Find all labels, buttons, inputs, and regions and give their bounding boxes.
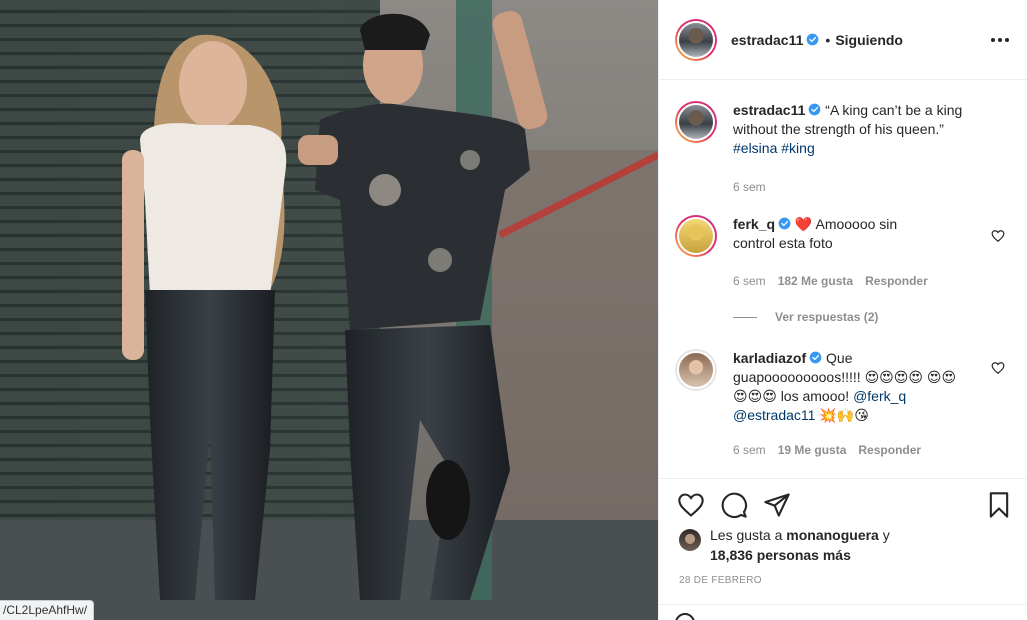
comment-meta: 6 sem 19 Me gusta Responder [733,443,921,457]
reply-button[interactable]: Responder [858,443,921,457]
bookmark-icon[interactable] [985,491,1013,519]
likes-summary: Les gusta a monanoguera y 18,836 persona… [679,525,1011,565]
mention-estradac11[interactable]: @estradac11 [733,407,815,423]
liker-avatar[interactable] [679,529,701,551]
hashtag-elsina[interactable]: #elsina [733,140,777,156]
mention-ferk-q[interactable]: @ferk_q [853,388,906,404]
post-image [0,0,658,620]
likes-prefix: Les gusta a [710,527,783,543]
comment-meta: 6 sem 182 Me gusta Responder [733,274,928,288]
heart-icon[interactable] [677,491,705,519]
comment-likes[interactable]: 19 Me gusta [778,443,847,457]
author-username[interactable]: estradac11 [731,32,803,48]
comment-icon[interactable] [720,491,748,519]
following-button[interactable]: Siguiendo [835,32,903,48]
verified-badge-icon [809,351,822,364]
comment-emojis: 💥🙌😘 [819,407,869,423]
commenter-avatar[interactable] [675,215,717,257]
add-comment-bar [659,604,1027,620]
post-header: estradac11 • Siguiendo [659,0,1027,80]
comment-like-icon[interactable] [991,361,1005,375]
comment-time: 6 sem [733,443,766,457]
post-photo[interactable]: /CL2LpeAhfHw/ [0,0,658,620]
share-icon[interactable] [763,491,791,519]
verified-badge-icon [807,33,819,46]
author-avatar[interactable] [675,18,717,61]
emoji-icon[interactable] [675,613,695,620]
verified-badge-icon [778,217,791,230]
comments-list: estradac11 “A king can’t be a king witho… [659,81,1027,478]
reply-button[interactable]: Responder [865,274,928,288]
header-separator: • [825,31,831,48]
more-options-icon[interactable] [987,30,1013,50]
comment-time: 6 sem [733,274,766,288]
likes-count[interactable]: 18,836 personas más [710,547,851,563]
comment: karladiazof Que guapooooooooos!!!!! 😍😍😍😍… [675,349,1011,425]
commenter-avatar[interactable] [675,349,717,391]
caption-avatar[interactable] [675,101,717,143]
view-replies-button[interactable]: Ver respuestas (2) [733,310,878,324]
likes-connector: y [882,527,890,543]
hashtag-king[interactable]: #king [781,140,814,156]
liker-username[interactable]: monanoguera [786,527,879,543]
verified-badge-icon [809,103,821,116]
comment-emojis: 😍😍😍😍 [864,369,923,385]
comment-username[interactable]: karladiazof [733,350,806,366]
comment-likes[interactable]: 182 Me gusta [778,274,853,288]
post-details-panel: estradac11 • Siguiendo estradac11 “A kin… [658,0,1027,620]
comment-username[interactable]: ferk_q [733,216,775,232]
comment: ferk_q ❤️ Amooooo sin control esta foto [675,215,1011,257]
comment-text: los amooo! [780,388,850,404]
comment-like-icon[interactable] [991,229,1005,243]
caption-username[interactable]: estradac11 [733,102,805,118]
action-bar [659,478,1027,532]
post-date: 28 DE FEBRERO [679,575,762,586]
caption: estradac11 “A king can’t be a king witho… [675,101,1011,158]
url-chip: /CL2LpeAhfHw/ [0,600,95,620]
heart-emoji: ❤️ [794,216,813,232]
view-replies-label: Ver respuestas (2) [775,310,879,324]
caption-time: 6 sem [733,180,766,194]
